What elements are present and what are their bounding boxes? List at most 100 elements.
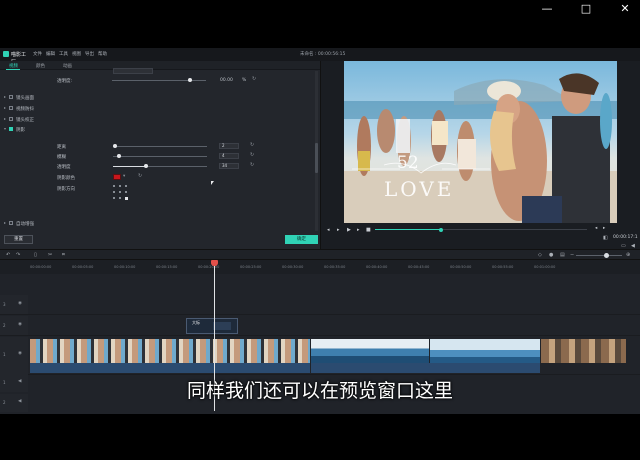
shadow-opacity-input[interactable]: 34 [219,163,239,169]
stop-icon[interactable]: ■ [366,227,371,233]
track-header: 1 ◉ [0,337,28,374]
panel-tabs: 视频 颜色 动画 [0,61,320,70]
menu-help[interactable]: 帮助 [98,51,107,57]
zoom-out-icon[interactable]: − [570,252,574,258]
track-row-main: 1 ◉ [0,337,640,375]
right-arrow-icon[interactable]: ▸ [603,226,605,231]
menu-tools[interactable]: 工具 [59,51,68,57]
video-clip-desert[interactable] [541,339,626,363]
blur-slider-knob[interactable] [117,154,121,158]
distance-slider-track[interactable] [113,146,207,147]
distance-input[interactable]: 2 [219,143,239,149]
ruler-label: 00:00:55:00 [492,265,514,269]
section-stabilize-label: 视频防抖 [16,107,34,112]
shadow-opacity-knob[interactable] [144,164,148,168]
scrollbar-thumb[interactable] [315,143,318,173]
redo-icon[interactable]: ↷ [16,252,20,258]
blur-slider-track[interactable] [113,156,207,157]
logo-icon [3,51,9,57]
left-arrow-icon[interactable]: ◂ [595,226,597,231]
collapse-caret-icon[interactable] [4,128,6,130]
eye-icon[interactable]: ◉ [18,351,22,356]
expand-caret-icon[interactable] [4,96,6,98]
play-icon[interactable]: ▶ [347,227,351,233]
crop-icon[interactable]: ⌗ [62,252,65,258]
zoom-in-icon[interactable]: ⊕ [626,252,630,258]
playback-progress[interactable] [375,227,587,232]
checkbox-shadow[interactable] [9,127,13,131]
minimize-button[interactable]: — [540,2,554,16]
reset-button[interactable]: 重置 [4,235,33,244]
clip-icon[interactable]: ▤ [560,252,565,258]
tab-color[interactable]: 颜色 [36,63,45,69]
video-clip-surf-1[interactable] [311,339,429,363]
video-overlay-word: LOVE [384,177,455,201]
track-row: 2 ◉ 大标 [0,316,640,336]
video-overlay-number: 52 [397,153,419,173]
partial-field[interactable] [113,68,153,74]
expand-caret-icon[interactable] [4,107,6,109]
next-frame-icon[interactable]: ▸ [357,227,360,233]
reset-icon[interactable]: ↻ [138,174,143,179]
ruler-label: 00:00:15:00 [156,265,178,269]
step-back-icon[interactable]: ▸ [337,227,340,233]
audio-bar [311,363,540,373]
distance-slider-knob[interactable] [113,144,117,148]
shield-icon[interactable]: ◇ [538,252,542,258]
reset-icon[interactable]: ↻ [250,143,255,148]
delete-icon[interactable]: ▯ [34,252,37,258]
eye-icon[interactable]: ◉ [18,322,22,327]
menu-file[interactable]: 文件 [33,51,42,57]
video-clip-surf-2[interactable] [430,339,540,363]
close-button[interactable]: ✕ [618,2,632,16]
checkbox-auto-enhance[interactable] [9,221,13,225]
ruler-label: 00:00:10:00 [114,265,136,269]
title-clip-thumb [213,322,231,330]
reset-icon[interactable]: ↻ [250,153,255,158]
prev-frame-icon[interactable]: ◂ [327,227,330,233]
mouse-cursor-icon [211,181,214,185]
title-clip[interactable]: 大标 [186,318,238,334]
checkbox-lens[interactable] [9,117,13,121]
track-header: 3 ◉ [0,295,28,314]
zoom-slider-track[interactable] [576,255,622,256]
ok-button[interactable]: 确定 [285,235,318,244]
color-dropdown-icon[interactable]: ▾ [123,174,125,179]
opacity-unit: % [242,78,247,83]
blur-input[interactable]: 4 [219,153,239,159]
tab-animation[interactable]: 动画 [63,63,72,69]
shadow-direction-grid[interactable] [113,185,128,200]
shadow-color-label: 阴影颜色 [57,176,75,181]
section-scene-label: 镜头画面 [16,96,34,101]
video-preview[interactable]: 52 LOVE [344,61,617,223]
cut-icon[interactable]: ✂ [48,252,52,258]
maximize-button[interactable]: □ [579,2,593,16]
checkbox-stabilize[interactable] [9,106,13,110]
expand-caret-icon[interactable] [4,118,6,120]
edit-panel: 视频 颜色 动画 透明度: 00.00 % ↻ 镜头画面 视频防抖 镜头校正 阴… [0,61,320,249]
panel-scrollbar[interactable] [315,71,318,231]
snapshot-icon[interactable]: ◧ [603,235,608,241]
zoom-slider-knob[interactable] [604,253,609,258]
ruler-label: 00:00:30:00 [282,265,304,269]
menu-export[interactable]: 导出 [85,51,94,57]
progress-played [375,229,441,230]
undo-icon[interactable]: ↶ [6,252,10,258]
reset-icon[interactable]: ↻ [252,77,257,82]
time-ruler[interactable]: 00:00:00:00 00:00:05:00 00:00:10:00 00:0… [0,260,640,274]
mic-icon[interactable]: ● [549,252,553,258]
progress-handle[interactable] [438,227,443,232]
playhead-handle[interactable] [211,260,218,266]
menu-view[interactable]: 视图 [72,51,81,57]
reset-icon[interactable]: ↻ [250,163,255,168]
title-clip-label: 大标 [192,320,200,325]
menu-edit[interactable]: 编辑 [46,51,55,57]
opacity-value[interactable]: 00.00 [220,78,233,83]
video-clip-beach[interactable] [30,339,310,363]
expand-caret-icon[interactable] [4,222,6,224]
checkbox-scene[interactable] [9,95,13,99]
opacity-slider-knob[interactable] [188,78,192,82]
eye-icon[interactable]: ◉ [18,301,22,306]
shadow-color-swatch[interactable] [113,174,121,180]
section-shadow-label: 阴影 [16,128,25,133]
